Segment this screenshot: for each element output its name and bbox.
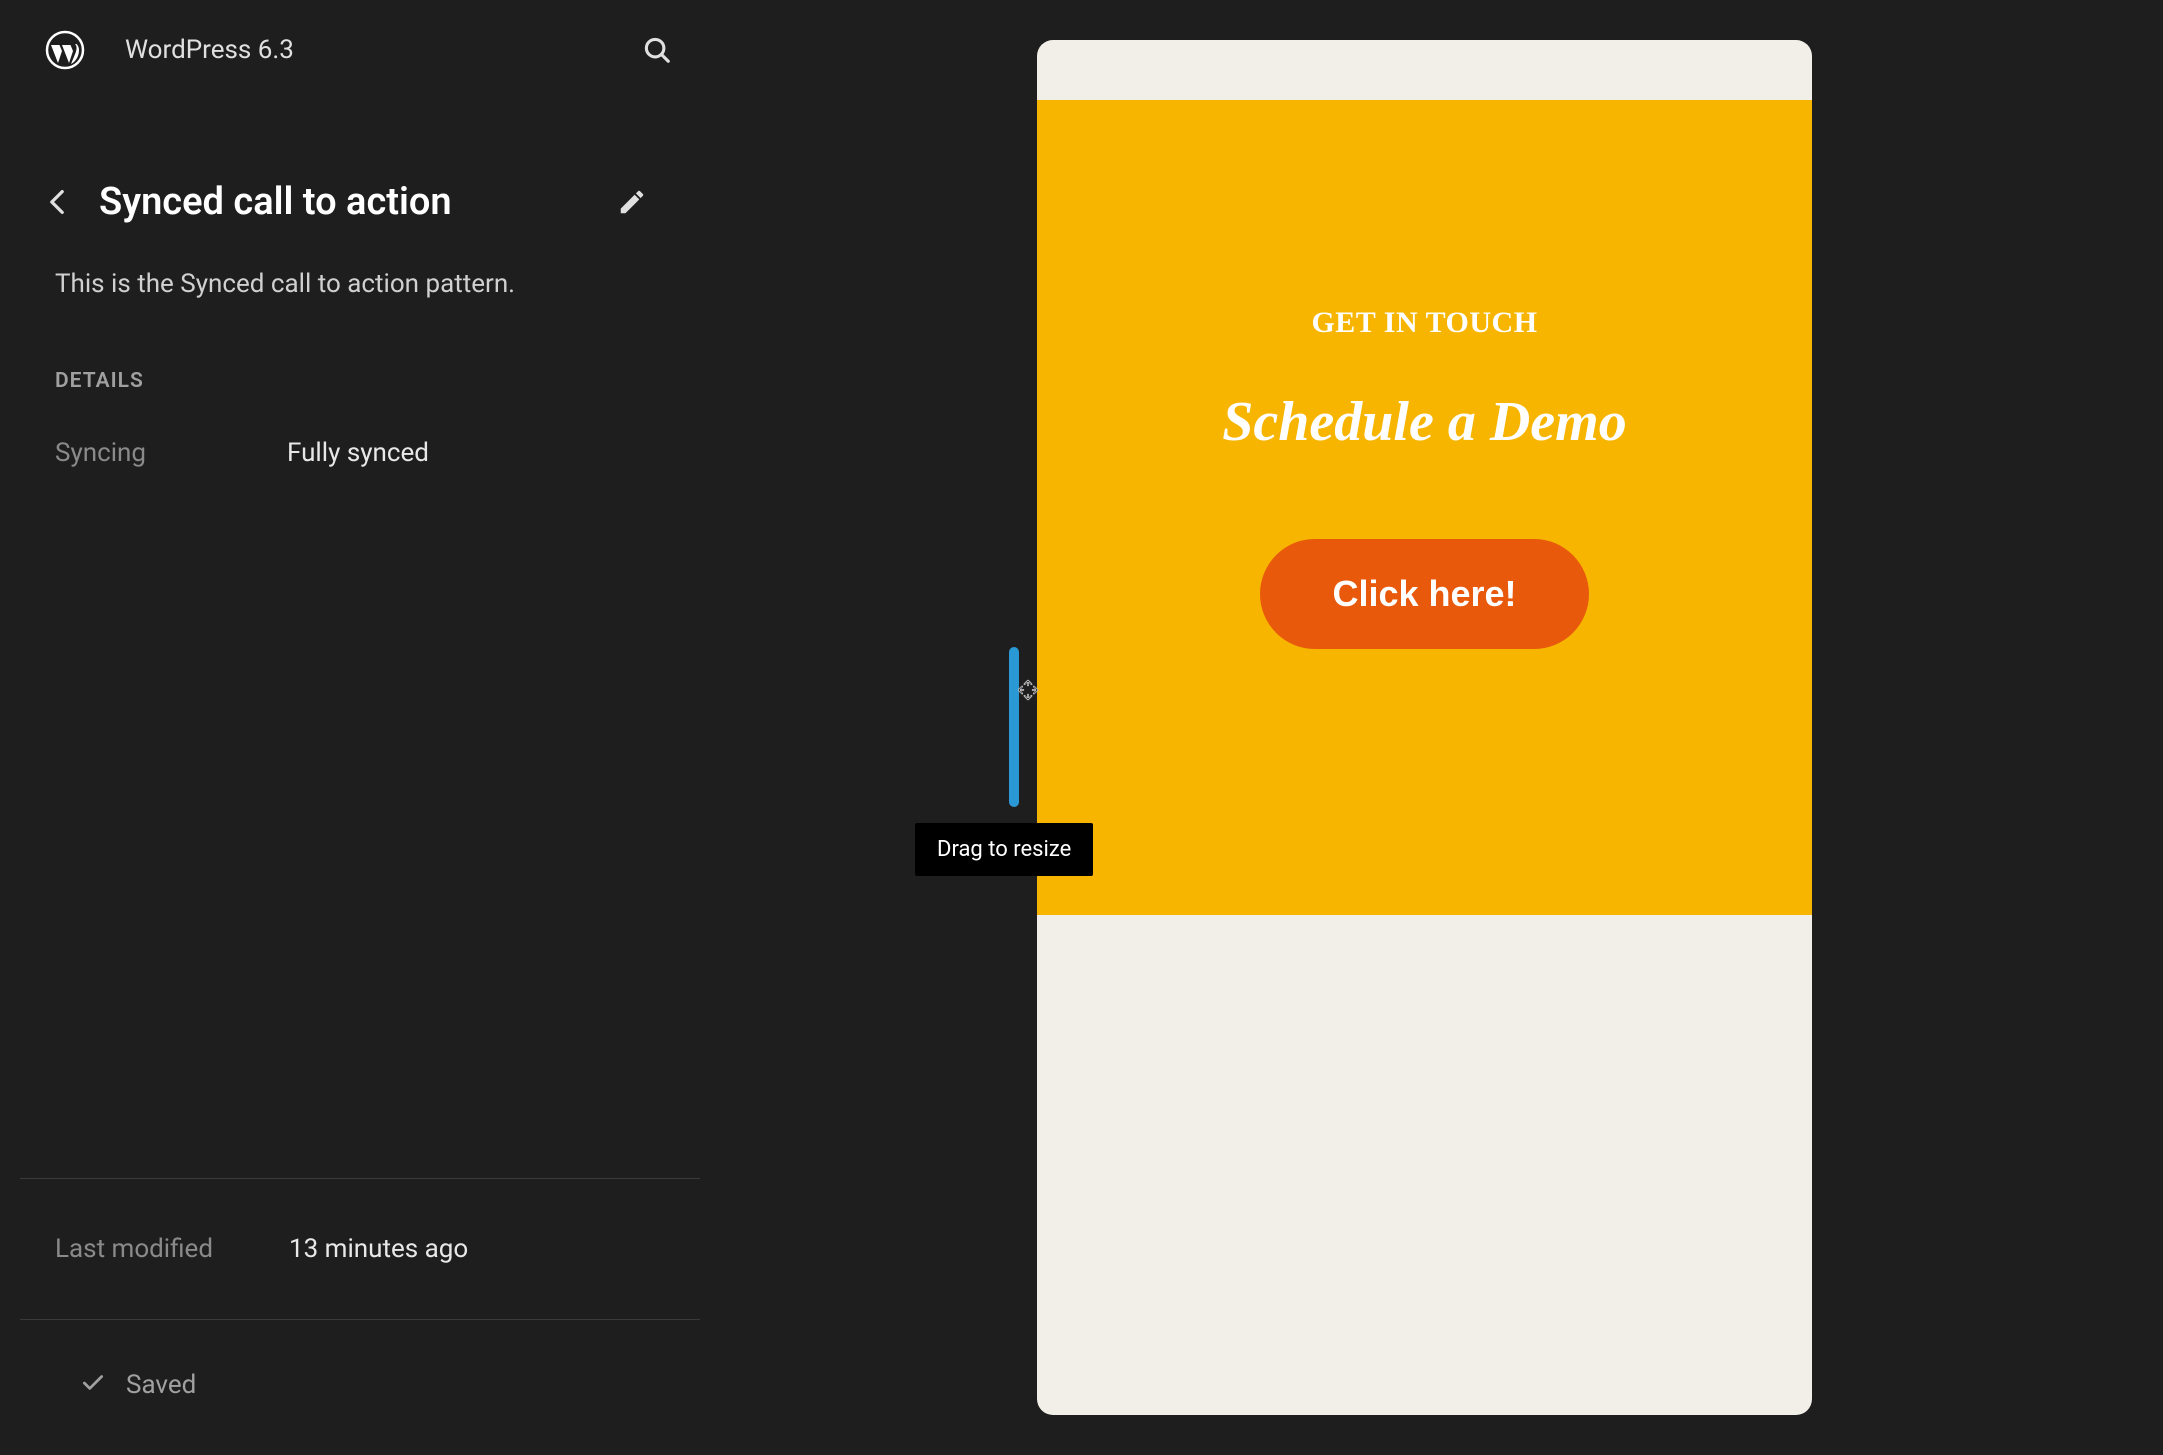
edit-icon[interactable]: [614, 184, 650, 220]
last-modified-value: 13 minutes ago: [289, 1234, 468, 1264]
cta-heading: Schedule a Demo: [1222, 390, 1626, 454]
last-modified-label: Last modified: [55, 1234, 289, 1264]
last-modified-row: Last modified 13 minutes ago: [20, 1179, 700, 1319]
cta-eyebrow: GET IN TOUCH: [1311, 306, 1537, 340]
wordpress-version: WordPress 6.3: [125, 35, 294, 65]
syncing-key: Syncing: [55, 438, 287, 468]
check-icon: [80, 1370, 106, 1400]
page-title: Synced call to action: [99, 180, 584, 224]
syncing-value: Fully synced: [287, 438, 429, 468]
resize-tooltip: Drag to resize: [915, 823, 1093, 876]
syncing-row: Syncing Fully synced: [20, 438, 700, 468]
back-chevron-icon[interactable]: [45, 190, 69, 214]
details-heading: DETAILS: [20, 369, 700, 393]
preview-canvas[interactable]: GET IN TOUCH Schedule a Demo Click here!: [1037, 40, 1812, 1415]
resize-handle-left[interactable]: [1009, 647, 1019, 807]
saved-status: Saved: [20, 1319, 700, 1455]
wordpress-logo-icon[interactable]: [45, 30, 85, 70]
cta-button[interactable]: Click here!: [1260, 539, 1588, 649]
pattern-description: This is the Synced call to action patter…: [20, 269, 700, 299]
saved-label: Saved: [126, 1370, 196, 1400]
search-icon[interactable]: [639, 32, 675, 68]
cta-block: GET IN TOUCH Schedule a Demo Click here!: [1037, 100, 1812, 915]
